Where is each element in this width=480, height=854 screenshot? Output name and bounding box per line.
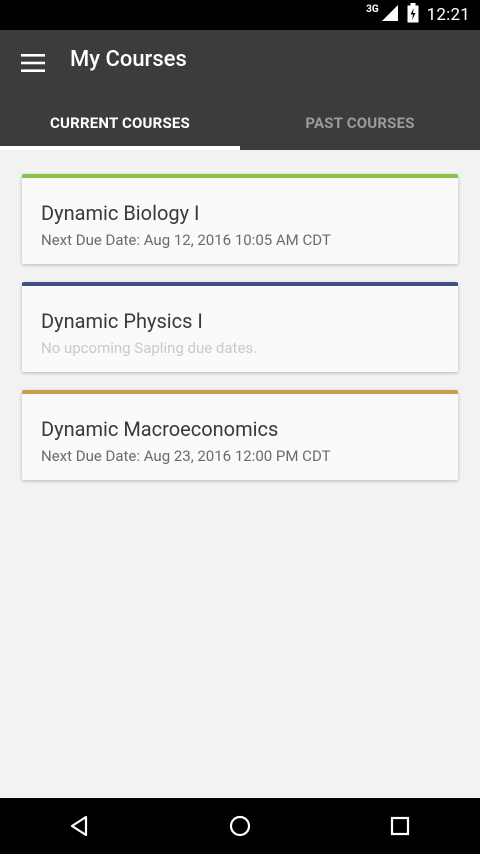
clock: 12:21 <box>426 5 470 25</box>
app-bar: My Courses <box>0 30 480 96</box>
recents-square-icon[interactable] <box>365 798 435 854</box>
signal-icon <box>381 4 399 26</box>
course-card[interactable]: Dynamic Biology I Next Due Date: Aug 12,… <box>22 174 458 264</box>
course-name: Dynamic Physics I <box>41 309 203 333</box>
back-triangle-icon[interactable] <box>45 798 115 854</box>
tab-label: CURRENT COURSES <box>50 114 190 132</box>
home-circle-icon[interactable] <box>205 798 275 854</box>
course-accent-bar <box>22 390 458 394</box>
course-card[interactable]: Dynamic Physics I No upcoming Sapling du… <box>22 282 458 372</box>
course-accent-bar <box>22 174 458 178</box>
battery-icon <box>407 3 419 27</box>
course-list: Dynamic Biology I Next Due Date: Aug 12,… <box>22 174 458 498</box>
hamburger-menu-icon[interactable] <box>20 50 46 76</box>
course-name: Dynamic Biology I <box>41 201 200 225</box>
course-accent-bar <box>22 282 458 286</box>
tab-past-courses[interactable]: PAST COURSES <box>240 96 480 150</box>
active-tab-indicator <box>0 146 240 150</box>
course-tabs: CURRENT COURSES PAST COURSES <box>0 96 480 150</box>
tab-label: PAST COURSES <box>305 114 415 132</box>
tab-current-courses[interactable]: CURRENT COURSES <box>0 96 240 150</box>
course-card[interactable]: Dynamic Macroeconomics Next Due Date: Au… <box>22 390 458 480</box>
status-bar: 3G 12:21 <box>0 0 480 30</box>
page-title: My Courses <box>70 47 187 72</box>
course-due-date: Next Due Date: Aug 12, 2016 10:05 AM CDT <box>41 231 331 249</box>
status-icons: 3G 12:21 <box>366 0 470 30</box>
course-due-date: No upcoming Sapling due dates. <box>41 339 258 357</box>
network-type-label: 3G <box>366 3 379 15</box>
system-nav-bar <box>0 798 480 854</box>
course-name: Dynamic Macroeconomics <box>41 417 279 441</box>
course-due-date: Next Due Date: Aug 23, 2016 12:00 PM CDT <box>41 447 331 465</box>
